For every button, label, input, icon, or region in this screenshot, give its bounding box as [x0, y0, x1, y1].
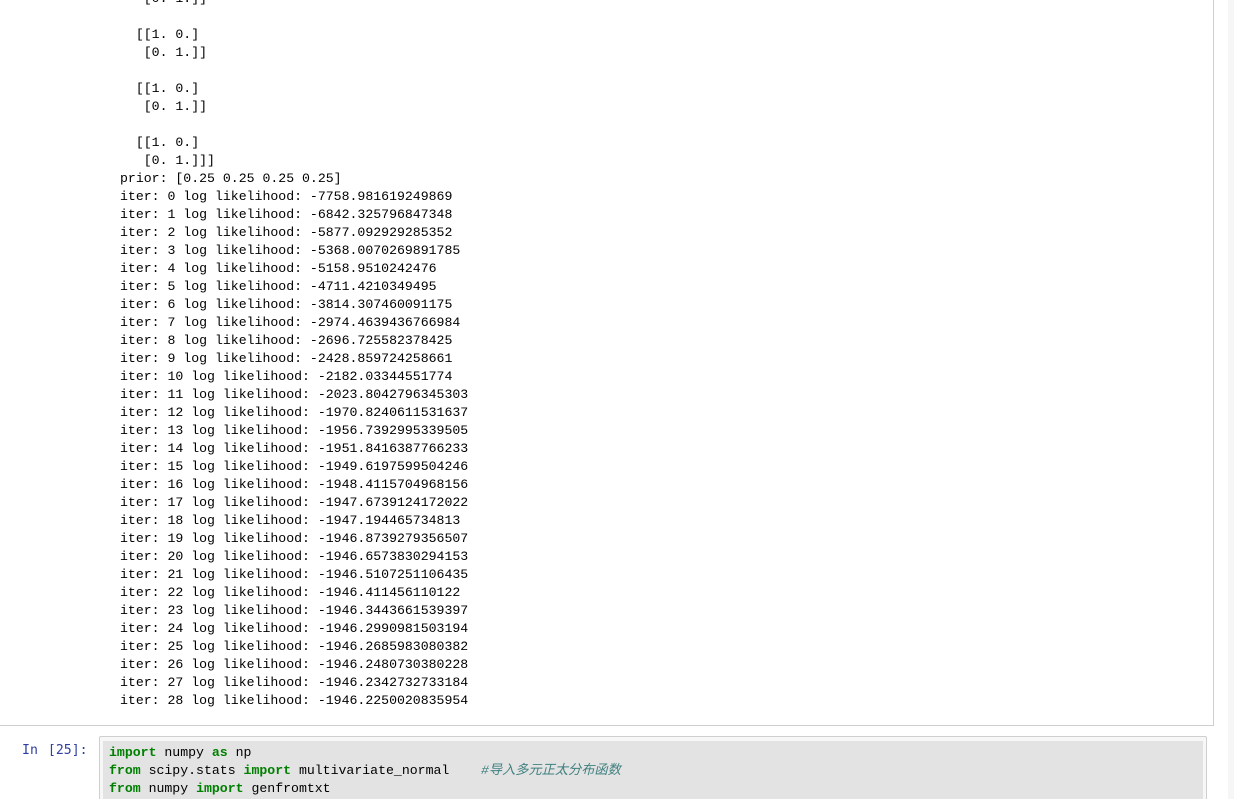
output-line: [0. 1.]]] [120, 153, 215, 168]
input-prompt: In [25]: [22, 743, 88, 758]
output-line: iter: 1 log likelihood: -6842.3257968473… [120, 207, 453, 222]
code-text[interactable]: import numpy as np from scipy.stats impor… [109, 744, 621, 798]
code-editor[interactable]: import numpy as np from scipy.stats impor… [99, 736, 1207, 799]
code-keyword: import [243, 763, 292, 778]
code-keyword: import [196, 781, 244, 796]
output-line: iter: 22 log likelihood: -1946.411456110… [120, 585, 461, 600]
code-comment: #导入多元正太分布函数 [480, 763, 621, 778]
output-line: iter: 14 log likelihood: -1951.841638776… [120, 441, 469, 456]
output-line: iter: 5 log likelihood: -4711.4210349495 [120, 279, 437, 294]
output-line: [0. 1.]] [120, 99, 208, 114]
output-area: [0. 1.]] [[1. 0.] [0. 1.]] [[1. 0.] [0. … [0, 0, 1214, 726]
output-line: iter: 11 log likelihood: -2023.804279634… [120, 387, 469, 402]
output-line: iter: 18 log likelihood: -1947.194465734… [120, 513, 461, 528]
output-line: iter: 7 log likelihood: -2974.4639436766… [120, 315, 461, 330]
output-line: iter: 17 log likelihood: -1947.673912417… [120, 495, 469, 510]
output-line: iter: 3 log likelihood: -5368.0070269891… [120, 243, 461, 258]
output-line: iter: 9 log likelihood: -2428.8597242586… [120, 351, 453, 366]
output-line: [[1. 0.] [120, 81, 200, 96]
output-line: prior: [0.25 0.25 0.25 0.25] [120, 171, 342, 186]
output-line: iter: 2 log likelihood: -5877.0929292853… [120, 225, 453, 240]
output-line: iter: 27 log likelihood: -1946.234273273… [120, 675, 469, 690]
output-line: iter: 24 log likelihood: -1946.299098150… [120, 621, 469, 636]
code-line: import numpy as np [109, 744, 621, 762]
code-keyword: as [211, 745, 228, 760]
output-line: iter: 15 log likelihood: -1949.619759950… [120, 459, 469, 474]
page-scrollbar[interactable] [1228, 0, 1234, 799]
output-line: [0. 1.]] [120, 45, 208, 60]
code-token: np [227, 745, 252, 760]
output-line: iter: 25 log likelihood: -1946.268598308… [120, 639, 469, 654]
output-line: iter: 23 log likelihood: -1946.344366153… [120, 603, 469, 618]
code-token: numpy [140, 781, 197, 796]
output-line: iter: 13 log likelihood: -1956.739299533… [120, 423, 469, 438]
prompt-number: [25]: [47, 743, 88, 758]
output-line: iter: 10 log likelihood: -2182.033445517… [120, 369, 453, 384]
code-line: from numpy import genfromtxt [109, 780, 621, 798]
output-line: iter: 12 log likelihood: -1970.824061153… [120, 405, 469, 420]
output-line: iter: 21 log likelihood: -1946.510725110… [120, 567, 469, 582]
output-line: iter: 8 log likelihood: -2696.7255823784… [120, 333, 453, 348]
code-line: from scipy.stats import multivariate_nor… [109, 762, 621, 780]
code-keyword: from [109, 763, 141, 778]
output-line: iter: 20 log likelihood: -1946.657383029… [120, 549, 469, 564]
output-line: [0. 1.]] [120, 0, 468, 8]
code-token: multivariate_normal [291, 763, 481, 778]
output-line: iter: 4 log likelihood: -5158.9510242476 [120, 261, 437, 276]
code-editor-selection: import numpy as np from scipy.stats impor… [103, 741, 1203, 799]
code-keyword: from [109, 781, 141, 796]
output-line: iter: 28 log likelihood: -1946.225002083… [120, 693, 469, 708]
output-line: [[1. 0.] [120, 135, 200, 150]
code-token: numpy [156, 745, 212, 760]
output-line: iter: 16 log likelihood: -1948.411570496… [120, 477, 469, 492]
output-line: iter: 26 log likelihood: -1946.248073038… [120, 657, 469, 672]
output-line: [[1. 0.] [120, 27, 200, 42]
code-token: scipy.stats [140, 763, 244, 778]
prompt-label: In [22, 743, 38, 758]
output-line: iter: 6 log likelihood: -3814.3074600911… [120, 297, 453, 312]
output-line: iter: 19 log likelihood: -1946.873927935… [120, 531, 469, 546]
output-line: iter: 0 log likelihood: -7758.9816192498… [120, 189, 453, 204]
output-text: [0. 1.]] [[1. 0.] [0. 1.]] [[1. 0.] [0. … [120, 0, 468, 710]
code-keyword: import [109, 745, 157, 760]
code-cell[interactable]: In [25]: import numpy as np from scipy.sta… [0, 727, 1214, 799]
code-token: genfromtxt [243, 781, 331, 796]
